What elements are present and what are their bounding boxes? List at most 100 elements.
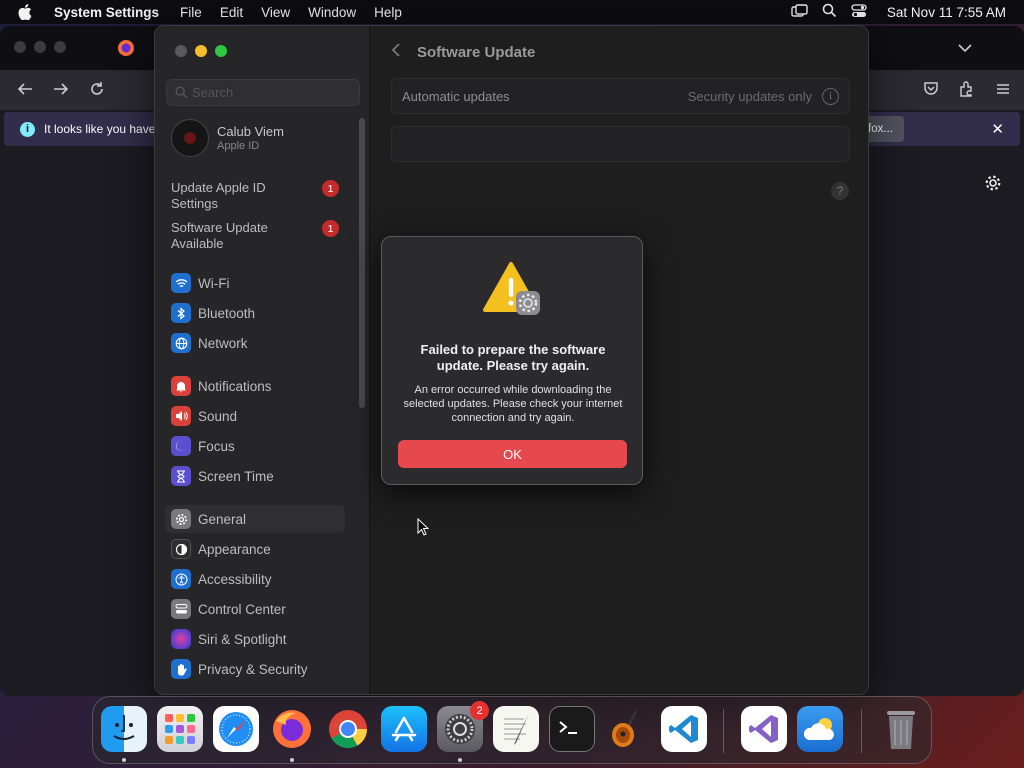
sidebar-item-update-apple-id[interactable]: Update Apple ID Settings 1 bbox=[171, 180, 339, 212]
firefox-window-controls bbox=[14, 41, 66, 53]
textedit-icon[interactable] bbox=[493, 706, 539, 752]
sidebar-item-bluetooth[interactable]: Bluetooth bbox=[165, 299, 345, 327]
close-button[interactable] bbox=[175, 45, 187, 57]
menu-bar: System Settings File Edit View Window He… bbox=[0, 0, 1024, 24]
search-input[interactable] bbox=[192, 85, 352, 100]
settings-sidebar: Calub Viem Apple ID Update Apple ID Sett… bbox=[155, 26, 370, 694]
sidebar-item-privacy-security[interactable]: Privacy & Security bbox=[165, 655, 345, 683]
sidebar-item-network[interactable]: Network bbox=[165, 329, 345, 357]
apple-menu-icon[interactable] bbox=[0, 4, 50, 20]
trash-icon[interactable] bbox=[878, 706, 924, 752]
finder-icon[interactable] bbox=[101, 706, 147, 752]
running-indicator bbox=[290, 758, 294, 762]
pocket-icon[interactable] bbox=[922, 80, 940, 103]
forward-arrow-icon[interactable] bbox=[52, 80, 70, 103]
sidebar-item-appearance[interactable]: Appearance bbox=[165, 535, 345, 563]
hourglass-icon bbox=[171, 466, 191, 486]
zoom-button[interactable] bbox=[215, 45, 227, 57]
speaker-icon bbox=[171, 406, 191, 426]
close-icon[interactable]: ✕ bbox=[991, 120, 1004, 138]
menu-window[interactable]: Window bbox=[299, 5, 365, 20]
sidebar-item-notifications[interactable]: Notifications bbox=[165, 372, 345, 400]
sidebar-item-accessibility[interactable]: Accessibility bbox=[165, 565, 345, 593]
info-icon[interactable]: i bbox=[822, 87, 839, 105]
apple-id-profile[interactable]: Calub Viem Apple ID bbox=[171, 119, 284, 157]
sidebar-item-screen-time[interactable]: Screen Time bbox=[165, 462, 345, 490]
control-center-icon[interactable] bbox=[851, 3, 867, 21]
gear-icon[interactable] bbox=[984, 174, 1002, 197]
garageband-icon[interactable] bbox=[605, 706, 651, 752]
system-settings-icon[interactable]: 2 bbox=[437, 701, 489, 752]
sidebar-item-label: Software Update Available bbox=[171, 220, 268, 251]
sidebar-item-label: Notifications bbox=[198, 378, 272, 394]
sidebar-item-label: Update Apple ID Settings bbox=[171, 180, 266, 211]
menu-edit[interactable]: Edit bbox=[211, 5, 252, 20]
hamburger-menu-icon[interactable] bbox=[994, 80, 1012, 103]
globe-icon bbox=[171, 333, 191, 353]
hand-icon bbox=[171, 659, 191, 679]
screen-mirroring-icon[interactable] bbox=[791, 3, 808, 21]
running-indicator bbox=[458, 758, 462, 762]
minimize-button[interactable] bbox=[195, 45, 207, 57]
chrome-icon[interactable] bbox=[325, 706, 371, 752]
avatar bbox=[171, 119, 209, 157]
sidebar-item-sound[interactable]: Sound bbox=[165, 402, 345, 430]
menu-clock[interactable]: Sat Nov 11 7:55 AM bbox=[887, 5, 1006, 20]
sidebar-item-label: Control Center bbox=[198, 601, 286, 617]
sidebar-item-label: Focus bbox=[198, 438, 235, 454]
menu-help[interactable]: Help bbox=[365, 5, 411, 20]
vscode-icon[interactable] bbox=[661, 706, 707, 752]
ok-button[interactable]: OK bbox=[398, 440, 627, 468]
sidebar-item-siri-spotlight[interactable]: Siri & Spotlight bbox=[165, 625, 345, 653]
update-status-row bbox=[391, 126, 850, 162]
back-chevron-icon[interactable] bbox=[391, 42, 401, 63]
sidebar-item-label: Appearance bbox=[198, 541, 271, 557]
accessibility-icon bbox=[171, 569, 191, 589]
sidebar-item-software-update[interactable]: Software Update Available 1 bbox=[171, 220, 339, 252]
notification-badge: 1 bbox=[322, 180, 339, 197]
safari-icon[interactable] bbox=[213, 706, 259, 752]
bluetooth-icon bbox=[171, 303, 191, 323]
sidebar-item-focus[interactable]: Focus bbox=[165, 432, 345, 460]
menu-file[interactable]: File bbox=[171, 5, 211, 20]
dock-separator bbox=[861, 709, 862, 753]
sidebar-item-label: Bluetooth bbox=[198, 305, 256, 321]
firefox-tab-icon[interactable] bbox=[117, 39, 135, 62]
warning-icon bbox=[482, 261, 544, 324]
sidebar-item-control-center[interactable]: Control Center bbox=[165, 595, 345, 623]
sidebar-item-general[interactable]: General bbox=[165, 505, 345, 533]
extensions-icon[interactable] bbox=[958, 80, 976, 103]
spotlight-search-icon[interactable] bbox=[822, 3, 837, 21]
visual-studio-icon[interactable] bbox=[741, 706, 787, 752]
sidebar-scrollbar[interactable] bbox=[359, 118, 365, 408]
search-field[interactable] bbox=[166, 79, 360, 106]
menu-app-name[interactable]: System Settings bbox=[50, 5, 171, 20]
bell-icon bbox=[171, 376, 191, 396]
firefox-minimize-button[interactable] bbox=[34, 41, 46, 53]
sidebar-item-label: Screen Time bbox=[198, 468, 274, 484]
automatic-updates-value: Security updates only bbox=[687, 88, 812, 104]
sidebar-item-label: Sound bbox=[198, 408, 238, 424]
back-arrow-icon[interactable] bbox=[16, 80, 34, 103]
profile-name: Calub Viem bbox=[217, 124, 284, 139]
wifi-icon bbox=[171, 273, 191, 293]
terminal-icon[interactable] bbox=[549, 706, 595, 752]
app-store-icon[interactable] bbox=[381, 706, 427, 752]
menu-view[interactable]: View bbox=[252, 5, 299, 20]
automatic-updates-label: Automatic updates bbox=[402, 88, 510, 104]
automatic-updates-row[interactable]: Automatic updates Security updates only … bbox=[391, 78, 850, 114]
siri-icon bbox=[171, 629, 191, 649]
launchpad-icon[interactable] bbox=[157, 706, 203, 752]
gear-icon bbox=[171, 509, 191, 529]
dialog-title: Failed to prepare the software update. P… bbox=[420, 342, 606, 373]
firefox-icon[interactable] bbox=[269, 706, 315, 752]
sidebar-item-wifi[interactable]: Wi-Fi bbox=[165, 269, 345, 297]
dock-separator bbox=[723, 709, 724, 753]
reload-icon[interactable] bbox=[88, 80, 106, 103]
list-all-tabs-icon[interactable] bbox=[958, 40, 972, 58]
weather-icon[interactable] bbox=[797, 706, 843, 752]
error-alert-dialog: Failed to prepare the software update. P… bbox=[381, 236, 643, 485]
help-button[interactable]: ? bbox=[831, 182, 849, 200]
firefox-close-button[interactable] bbox=[14, 41, 26, 53]
firefox-zoom-button[interactable] bbox=[54, 41, 66, 53]
